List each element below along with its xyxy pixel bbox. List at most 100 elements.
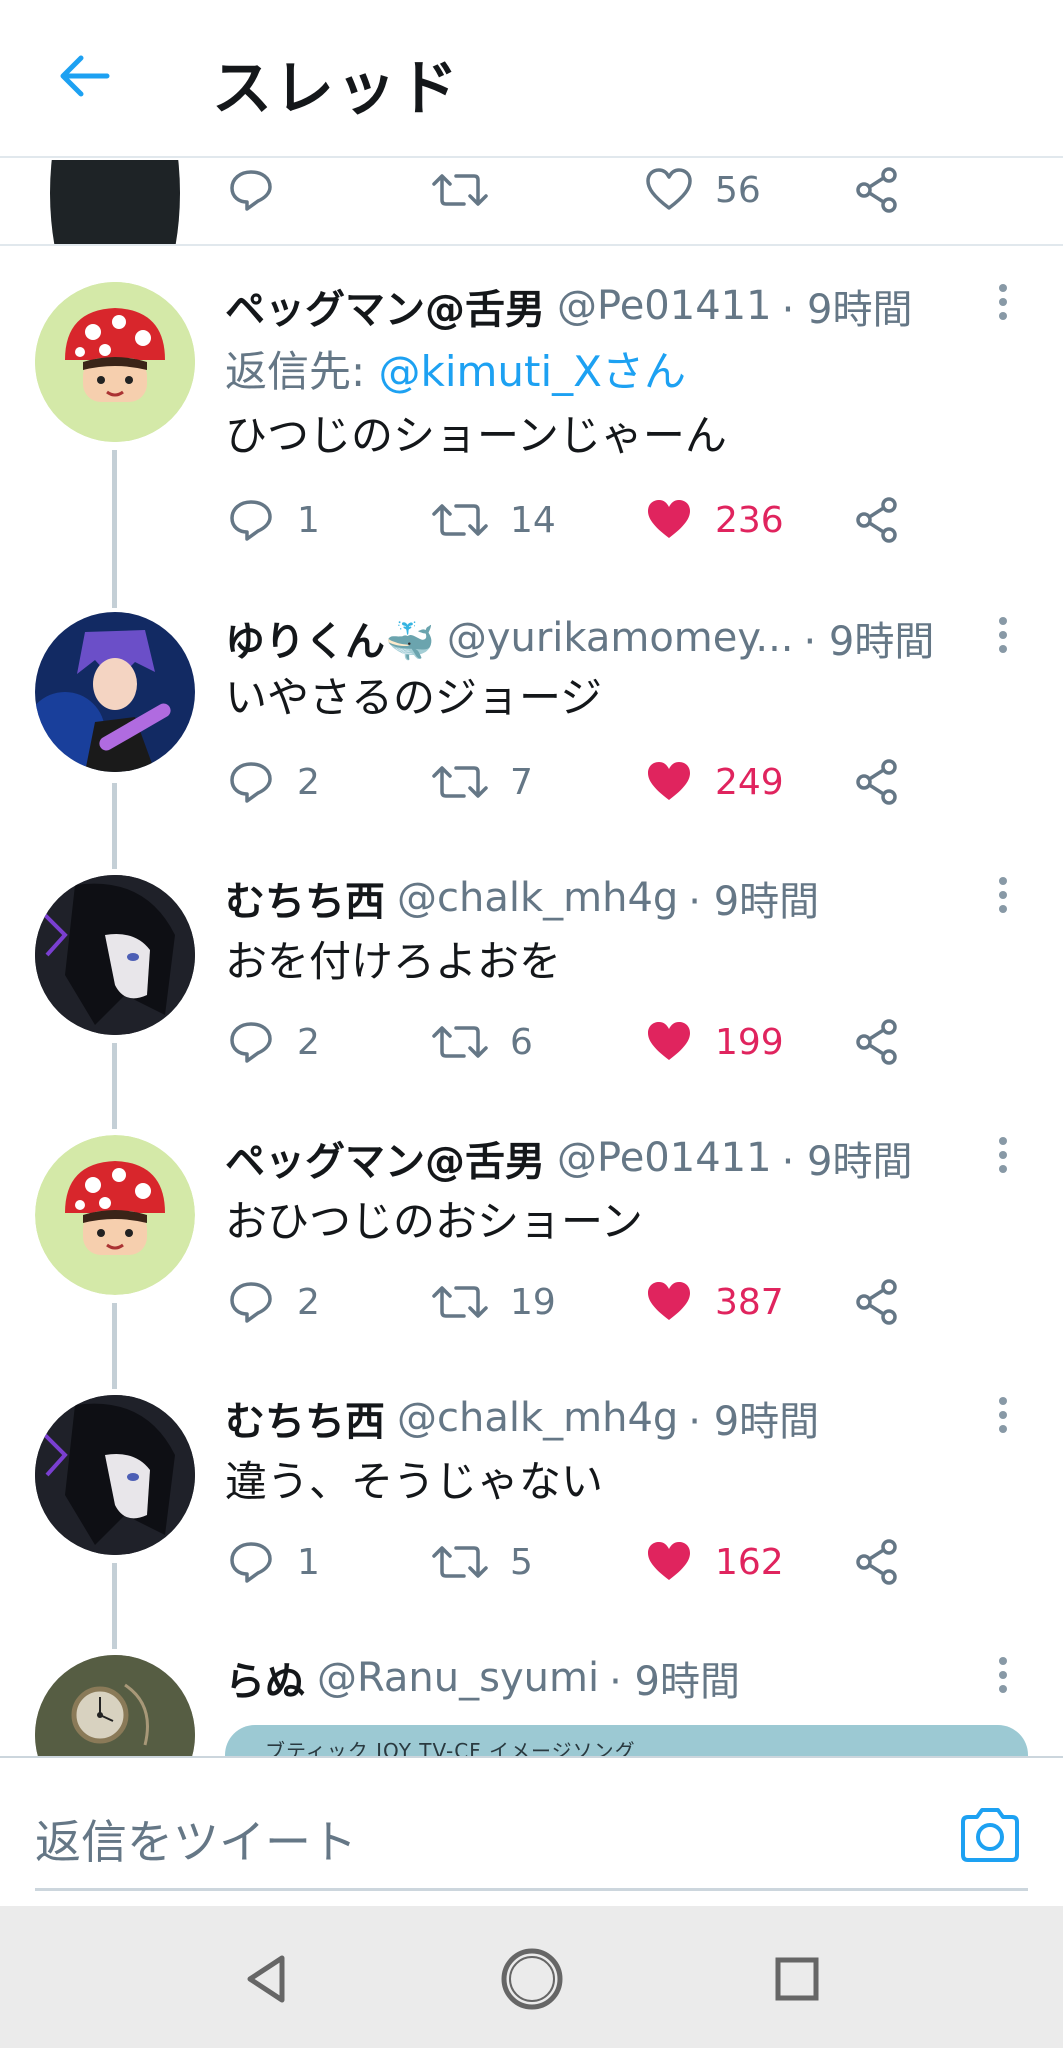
- avatar[interactable]: [35, 612, 195, 772]
- more-options-button[interactable]: [988, 605, 1018, 665]
- tweet-actions: 2 6 199: [225, 1012, 925, 1072]
- share-button[interactable]: [853, 1272, 901, 1332]
- nav-back-button[interactable]: [232, 1944, 302, 2014]
- like-button[interactable]: 236: [645, 490, 784, 550]
- like-count: 236: [715, 499, 784, 541]
- reply-button[interactable]: 1: [227, 1532, 320, 1592]
- tweet-header: ペッグマン@舌男 @Pe01411 · 9時間: [225, 1128, 912, 1188]
- tweet-text: ひつじのショーンじゃーん: [225, 411, 727, 460]
- like-button[interactable]: 162: [645, 1532, 784, 1592]
- tweet-text: おひつじのおショーン: [225, 1197, 643, 1246]
- like-button[interactable]: 387: [645, 1272, 784, 1332]
- thread-line: [112, 1043, 117, 1129]
- reply-to-label: 返信先:: [225, 347, 379, 396]
- user-handle[interactable]: @Ranu_syumi: [317, 1655, 599, 1701]
- user-handle[interactable]: @Pe01411: [557, 283, 772, 329]
- back-button[interactable]: [50, 46, 120, 106]
- avatar[interactable]: [35, 282, 195, 442]
- reply-count: 2: [297, 1021, 320, 1063]
- share-icon: [853, 496, 901, 544]
- reply-count: 1: [297, 499, 320, 541]
- timestamp: · 9時間: [688, 1399, 820, 1445]
- avatar[interactable]: [35, 1395, 195, 1555]
- display-name[interactable]: むちち西: [225, 1389, 385, 1447]
- more-options-button[interactable]: [988, 1385, 1018, 1445]
- more-options-button[interactable]: [988, 1125, 1018, 1185]
- retweet-count: 7: [510, 761, 533, 803]
- reply-button[interactable]: 2: [227, 1012, 320, 1072]
- like-count: 56: [715, 169, 761, 211]
- timestamp: · 9時間: [688, 879, 820, 925]
- like-button[interactable]: 199: [645, 1012, 784, 1072]
- tweet-text: おを付けろよおを: [225, 937, 562, 986]
- share-button[interactable]: [853, 160, 901, 220]
- heart-icon: [645, 1018, 693, 1066]
- retweet-button[interactable]: 6: [432, 1012, 533, 1072]
- reply-icon: [227, 1018, 275, 1066]
- thread-line: [112, 783, 117, 869]
- tweet-actions: 2 7 249: [225, 752, 925, 812]
- tweet-actions: 56: [225, 160, 925, 220]
- share-icon: [853, 758, 901, 806]
- reply-button[interactable]: [227, 160, 275, 220]
- more-options-button[interactable]: [988, 865, 1018, 925]
- user-handle[interactable]: @yurikamomey...: [447, 615, 794, 661]
- top-app-bar: スレッド: [0, 0, 1063, 158]
- display-name[interactable]: むちち西: [225, 869, 385, 927]
- share-button[interactable]: [853, 490, 901, 550]
- display-name[interactable]: ペッグマン@舌男: [225, 277, 545, 335]
- reply-button[interactable]: 2: [227, 752, 320, 812]
- reply-count: 2: [297, 1281, 320, 1323]
- retweet-button[interactable]: [432, 160, 488, 220]
- tweet-header: むちち西 @chalk_mh4g · 9時間: [225, 1388, 819, 1448]
- reply-input[interactable]: 返信をツイート: [35, 1806, 357, 1872]
- share-button[interactable]: [853, 752, 901, 812]
- avatar[interactable]: [50, 160, 180, 244]
- retweet-button[interactable]: 5: [432, 1532, 533, 1592]
- user-handle[interactable]: @chalk_mh4g: [397, 1395, 678, 1441]
- page-title: スレッド: [212, 54, 460, 124]
- user-handle[interactable]: @Pe01411: [557, 1135, 772, 1181]
- display-name[interactable]: らぬ: [225, 1649, 305, 1707]
- nav-home-button[interactable]: [497, 1944, 567, 2014]
- timestamp: · 9時間: [609, 1659, 740, 1705]
- more-options-button[interactable]: [988, 1645, 1018, 1705]
- like-count: 387: [715, 1281, 784, 1323]
- like-count: 162: [715, 1541, 784, 1583]
- reply-button[interactable]: 1: [227, 490, 320, 550]
- timestamp: · 9時間: [781, 287, 913, 333]
- retweet-button[interactable]: 7: [432, 752, 533, 812]
- tweet-text: いやさるのジョージ: [225, 673, 603, 722]
- retweet-button[interactable]: 14: [432, 490, 556, 550]
- retweet-button[interactable]: 19: [432, 1272, 556, 1332]
- like-button[interactable]: 56: [645, 160, 761, 220]
- more-icon: [999, 284, 1007, 292]
- system-navigation-bar: [0, 1906, 1063, 2048]
- avatar[interactable]: [35, 1135, 195, 1295]
- thread-line: [112, 450, 117, 608]
- camera-button[interactable]: [955, 1800, 1025, 1870]
- display-name[interactable]: ペッグマン@舌男: [225, 1129, 545, 1187]
- share-button[interactable]: [853, 1532, 901, 1592]
- more-options-button[interactable]: [988, 272, 1018, 332]
- reply-button[interactable]: 2: [227, 1272, 320, 1332]
- like-button[interactable]: 249: [645, 752, 784, 812]
- tweet-header: ゆりくん🐳 @yurikamomey... · 9時間: [225, 608, 934, 668]
- heart-icon: [645, 1538, 693, 1586]
- timestamp: · 9時間: [781, 1139, 913, 1185]
- nav-recents-icon: [775, 1957, 819, 2001]
- thread-line: [112, 1303, 117, 1389]
- avatar[interactable]: [35, 875, 195, 1035]
- share-button[interactable]: [853, 1012, 901, 1072]
- user-handle[interactable]: @chalk_mh4g: [397, 875, 678, 921]
- nav-back-icon: [247, 1955, 285, 2003]
- tweet-header: らぬ @Ranu_syumi · 9時間: [225, 1648, 740, 1708]
- tweet-actions: 1 5 162: [225, 1532, 925, 1592]
- reply-icon: [227, 758, 275, 806]
- more-icon: [999, 877, 1007, 885]
- timestamp: · 9時間: [803, 619, 935, 665]
- nav-recents-button[interactable]: [762, 1944, 832, 2014]
- display-name[interactable]: ゆりくん🐳: [225, 609, 435, 667]
- reply-icon: [227, 496, 275, 544]
- reply-to-user-link[interactable]: @kimuti_Xさん: [379, 347, 686, 396]
